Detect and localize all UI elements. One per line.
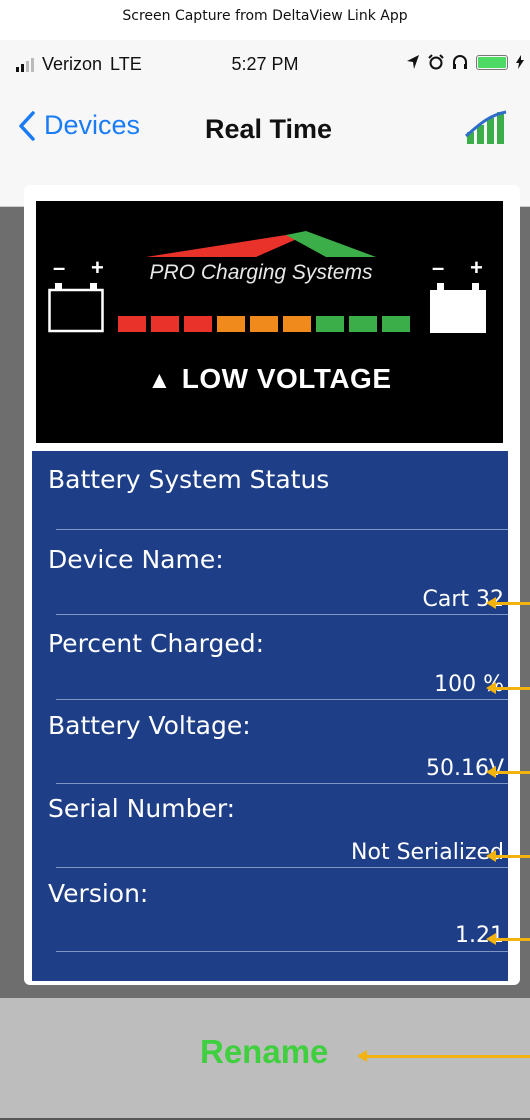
empty-battery-icon (48, 283, 104, 333)
charge-led-segment (217, 316, 245, 332)
percent-charged-label: Percent Charged: (48, 629, 265, 658)
left-minus-sign: – (53, 255, 66, 280)
location-arrow-icon (407, 55, 419, 69)
charge-level-leds (118, 316, 410, 332)
callout-arrow (357, 1050, 530, 1062)
callout-arrow (486, 597, 530, 609)
version-value: 1.21 (455, 923, 504, 948)
charge-led-segment (250, 316, 278, 332)
divider (56, 614, 508, 615)
panel-title: Battery System Status (48, 465, 330, 494)
low-voltage-warning: ▲ LOW VOLTAGE (36, 363, 503, 395)
charge-led-segment (184, 316, 212, 332)
back-button[interactable]: Devices (18, 110, 140, 141)
charge-led-segment (349, 316, 377, 332)
charge-led-segment (151, 316, 179, 332)
headphones-icon (453, 55, 467, 69)
right-plus-sign: + (470, 255, 483, 280)
phone-screen: Verizon LTE 5:27 PM Devices Real Time PR… (0, 40, 530, 1120)
status-icons (406, 54, 524, 70)
divider (56, 529, 508, 530)
battery-status-panel: Battery System Status Device Name: Cart … (32, 451, 508, 981)
divider (56, 951, 508, 952)
battery-voltage-label: Battery Voltage: (48, 711, 251, 740)
callout-arrow (486, 682, 530, 694)
divider (56, 783, 508, 784)
callout-arrow (486, 933, 530, 945)
divider (56, 699, 508, 700)
left-plus-sign: + (91, 255, 104, 280)
charge-led-segment (283, 316, 311, 332)
charging-bolt-icon (516, 55, 524, 69)
rename-bar: Rename (0, 998, 530, 1118)
back-label: Devices (44, 110, 141, 140)
status-bar: Verizon LTE 5:27 PM (0, 40, 530, 92)
device-name-label: Device Name: (48, 545, 224, 574)
right-minus-sign: – (432, 255, 445, 280)
warning-triangle-icon: ▲ (147, 367, 172, 394)
serial-number-label: Serial Number: (48, 794, 236, 823)
battery-icon (476, 54, 508, 70)
charge-led-segment (316, 316, 344, 332)
callout-arrow (486, 766, 530, 778)
brand-name: PRO Charging Systems (149, 261, 373, 284)
warning-text: LOW VOLTAGE (181, 363, 392, 394)
serial-number-value: Not Serialized (351, 840, 504, 865)
pro-charging-logo-icon (146, 231, 376, 257)
divider (56, 867, 508, 868)
alarm-icon (428, 54, 444, 70)
charger-status-banner: PRO Charging Systems – + – + ▲ LOW VOLTA… (36, 201, 503, 443)
version-label: Version: (48, 879, 149, 908)
full-battery-icon (430, 283, 486, 333)
callout-arrow (486, 850, 530, 862)
charge-led-segment (118, 316, 146, 332)
charge-led-segment (382, 316, 410, 332)
screen-caption: Screen Capture from DeltaView Link App (122, 8, 408, 24)
device-card: PRO Charging Systems – + – + ▲ LOW VOLTA… (24, 185, 520, 985)
bar-chart-icon[interactable] (464, 108, 508, 146)
page-title: Real Time (205, 114, 333, 144)
rename-button[interactable]: Rename (200, 1033, 328, 1071)
chevron-left-icon (19, 110, 35, 141)
